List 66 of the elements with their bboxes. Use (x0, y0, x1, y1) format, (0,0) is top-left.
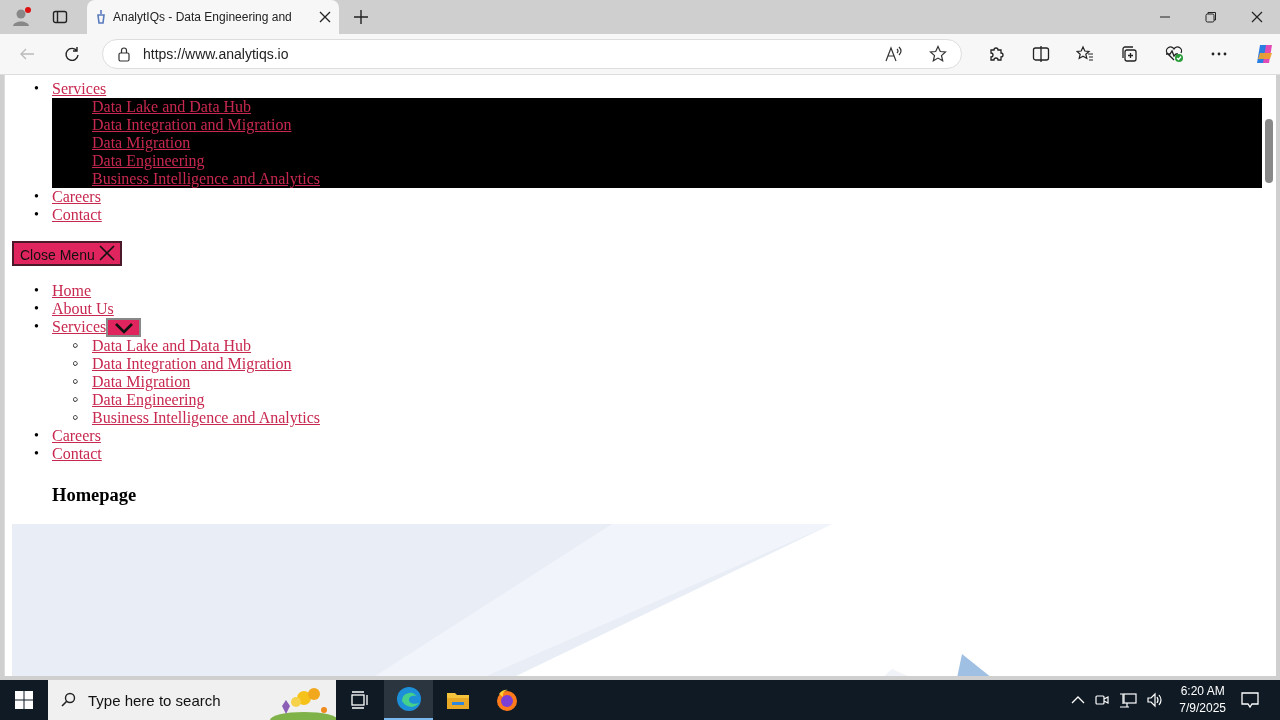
list-bullet: ◦ (72, 390, 79, 408)
nav-link[interactable]: Careers (52, 427, 101, 444)
list-bullet: • (34, 206, 39, 224)
favorites-icon[interactable] (1076, 45, 1094, 63)
folder-icon (445, 690, 470, 710)
nav-link[interactable]: Contact (52, 445, 102, 462)
nav-link[interactable]: Services (52, 318, 107, 335)
address-field[interactable]: https://www.analytiqs.io (102, 39, 962, 69)
volume-icon[interactable] (1146, 692, 1165, 708)
submenu-toggle-button[interactable] (106, 318, 142, 337)
collections-icon[interactable] (1120, 45, 1138, 63)
list-bullet: ◦ (72, 408, 79, 426)
profile-icon[interactable] (11, 6, 33, 28)
list-bullet: • (34, 282, 39, 300)
close-icon[interactable] (1251, 11, 1263, 23)
submenu-link[interactable]: Data Lake and Data Hub (92, 337, 252, 354)
task-view-icon[interactable] (350, 691, 370, 709)
submenu-link[interactable]: Data Integration and Migration (92, 355, 292, 372)
new-tab-icon[interactable] (353, 9, 369, 25)
chevron-icon (112, 321, 135, 334)
favorite-star-icon[interactable] (929, 45, 947, 63)
list-bullet: • (34, 445, 39, 463)
restore-icon[interactable] (1205, 11, 1217, 23)
submenu-link[interactable]: Business Intelligence and Analytics (92, 409, 320, 426)
camera-icon[interactable] (1094, 692, 1111, 708)
nav-link[interactable]: About Us (52, 300, 114, 317)
list-bullet: • (34, 188, 39, 206)
submenu-link[interactable]: Data Engineering (92, 391, 205, 408)
refresh-icon[interactable] (64, 46, 80, 62)
submenu-link[interactable]: Data Migration (92, 373, 191, 390)
submenu-link[interactable]: Data Engineering (92, 152, 205, 169)
list-bullet: ◦ (72, 336, 79, 354)
close-menu-button[interactable]: Close Menu (12, 241, 122, 266)
submenu-link[interactable]: Business Intelligence and Analytics (92, 170, 320, 187)
split-screen-icon[interactable] (1032, 45, 1050, 63)
clock-time[interactable]: 6:20 AM (1180, 683, 1225, 700)
list-bullet: • (34, 300, 39, 318)
submenu-link[interactable]: Data Integration and Migration (92, 116, 292, 133)
menu-link[interactable]: Contact (52, 206, 102, 223)
chevron-up-icon[interactable] (1071, 695, 1086, 705)
lock-icon (117, 46, 131, 62)
read-aloud-icon[interactable] (885, 46, 903, 62)
menu-link[interactable]: Careers (52, 188, 101, 205)
nav-link[interactable]: Home (52, 282, 92, 299)
site-icon (95, 9, 107, 25)
submenu-link[interactable]: Data Migration (92, 134, 191, 151)
browser-tab[interactable]: AnalytIQs - Data Engineering and (87, 0, 339, 34)
list-bullet: • (34, 318, 39, 336)
clock-date[interactable]: 7/9/2025 (1179, 700, 1226, 717)
menu-link[interactable]: Services (52, 80, 107, 97)
start-icon[interactable] (15, 691, 33, 709)
taskbar-search-field[interactable]: Type here to search (48, 680, 336, 720)
list-bullet: • (34, 80, 39, 98)
network-icon[interactable] (1119, 692, 1138, 708)
search-icon[interactable] (60, 692, 76, 708)
submenu-link[interactable]: Data Lake and Data Hub (92, 98, 252, 115)
list-bullet: • (34, 427, 39, 445)
extensions-icon[interactable] (988, 45, 1006, 63)
notifications-icon[interactable] (1240, 690, 1260, 710)
health-icon[interactable] (1164, 45, 1184, 63)
list-bullet: ◦ (72, 354, 79, 372)
tab-actions-icon[interactable] (52, 9, 68, 25)
close-icon (98, 245, 115, 261)
close-icon[interactable] (319, 11, 331, 23)
list-bullet: ◦ (72, 372, 79, 390)
page-heading: Homepage (52, 484, 138, 506)
